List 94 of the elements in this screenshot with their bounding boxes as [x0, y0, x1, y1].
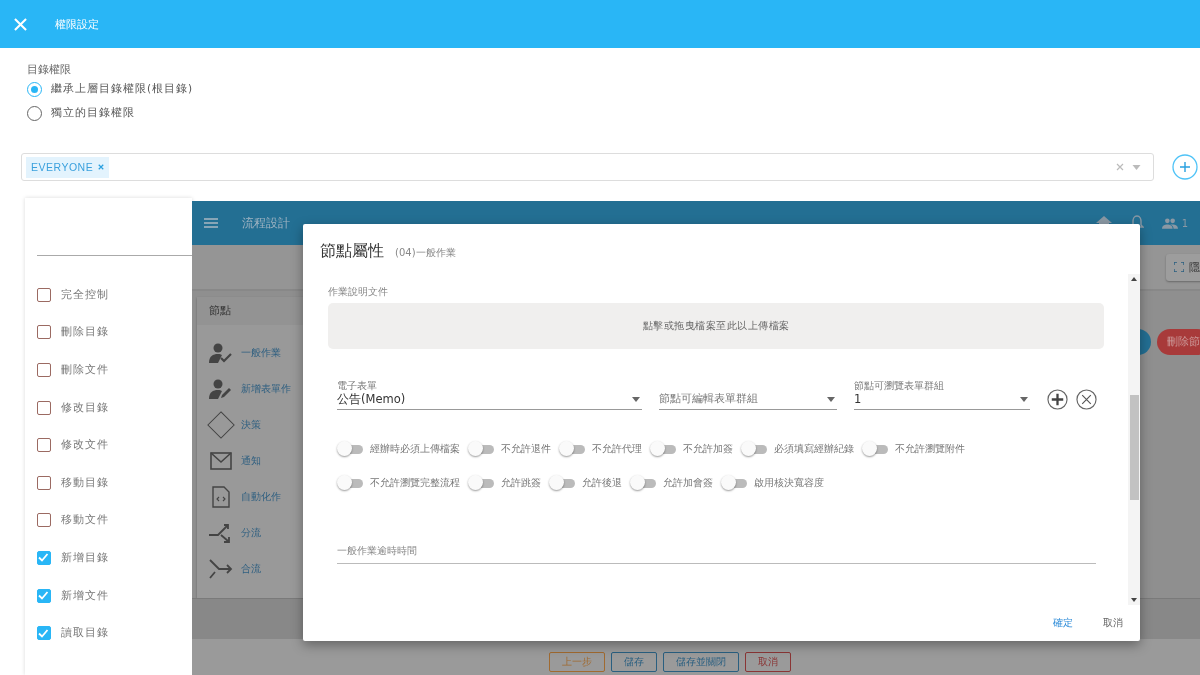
dialog-button[interactable]: 確定: [1053, 616, 1073, 630]
fullscreen-icon: [1174, 262, 1184, 272]
person-edit-icon: [209, 379, 233, 399]
merge-icon: [209, 558, 233, 580]
mail-icon: [210, 452, 232, 470]
tag-label: EVERYONE: [31, 161, 94, 173]
radio-label: 獨立的目錄權限: [51, 106, 135, 120]
checkbox-label: 修改文件: [61, 438, 109, 453]
node-item[interactable]: 一般作業: [241, 346, 281, 360]
section-label: 目錄權限: [27, 63, 71, 77]
radio-label: 繼承上層目錄權限(根目錄): [51, 82, 194, 96]
toggle-label: 啟用核決寬容度: [754, 476, 824, 490]
footer-button[interactable]: 儲存並關閉: [663, 652, 739, 672]
node-item[interactable]: 分流: [241, 526, 261, 540]
scroll-down-icon[interactable]: [1131, 598, 1137, 602]
delete-button[interactable]: 刪除節: [1157, 329, 1200, 355]
checkbox[interactable]: [37, 626, 51, 641]
add-icon[interactable]: [1047, 389, 1068, 410]
toggle-switch[interactable]: [650, 441, 676, 457]
toggle-label: 允許跳簽: [501, 476, 541, 490]
dialog-subtitle: (04)一般作業: [395, 246, 456, 260]
people-icon[interactable]: [1161, 217, 1178, 229]
toggle-switch[interactable]: [468, 475, 494, 491]
diamond-icon: [207, 410, 235, 440]
toggle-label: 不允許代理: [592, 442, 642, 456]
footer-button[interactable]: 取消: [745, 652, 791, 672]
checkbox[interactable]: [37, 287, 51, 302]
footer-button[interactable]: 上一步: [549, 652, 605, 672]
checkbox-label: 移動目錄: [61, 475, 109, 490]
footer-button[interactable]: 儲存: [611, 652, 657, 672]
checkbox[interactable]: [37, 513, 51, 528]
select-field[interactable]: 節點可編輯表單群組: [659, 379, 837, 410]
checkbox-label: 完全控制: [61, 287, 109, 302]
toggle-switch[interactable]: [721, 475, 747, 491]
select-field[interactable]: 電子表單 公告(Memo): [337, 379, 642, 410]
checkbox[interactable]: [37, 363, 51, 377]
caret-icon[interactable]: [827, 396, 835, 402]
close-icon[interactable]: [1076, 389, 1097, 410]
menu-icon[interactable]: [204, 218, 218, 228]
toggle-label: 必須填寫經辦紀錄: [774, 442, 854, 456]
toggle-label: 允許加會簽: [663, 476, 713, 490]
clear-icon[interactable]: [1116, 163, 1124, 171]
checkbox-label: 修改目錄: [61, 400, 109, 415]
checkbox-label: 讀取目錄: [61, 626, 109, 641]
toolbar-button[interactable]: 隱: [1166, 253, 1200, 281]
checkbox[interactable]: [37, 475, 51, 490]
checkbox-label: 新增目錄: [61, 550, 109, 565]
toggle-switch[interactable]: [630, 475, 656, 491]
caret-icon[interactable]: [1020, 396, 1028, 402]
remove-icon[interactable]: [98, 164, 105, 170]
toggle-switch[interactable]: [337, 475, 363, 491]
toggle-label: 不允許退件: [501, 442, 551, 456]
toggle-switch[interactable]: [549, 475, 575, 491]
checkbox-label: 刪除目錄: [61, 325, 109, 340]
split-icon: [209, 522, 233, 544]
checkbox[interactable]: [37, 550, 51, 565]
app-title: 流程設計: [242, 214, 290, 232]
checkbox-label: 移動文件: [61, 513, 109, 528]
toggle-switch[interactable]: [741, 441, 767, 457]
person-check-icon: [209, 343, 233, 363]
timeout-field[interactable]: 一般作業逾時時間: [337, 544, 1096, 564]
toggle-switch[interactable]: [559, 441, 585, 457]
scrollbar[interactable]: [1128, 274, 1140, 605]
node-item[interactable]: 決策: [241, 418, 261, 432]
node-item[interactable]: 合流: [241, 562, 261, 576]
toggle-switch[interactable]: [337, 441, 363, 457]
checkbox[interactable]: [37, 325, 51, 340]
upload-dropzone[interactable]: 點擊或拖曳檔案至此以上傳檔案: [328, 303, 1104, 349]
checkbox-label: 新增文件: [61, 588, 109, 603]
checkbox[interactable]: [37, 588, 51, 603]
principal-select[interactable]: EVERYONE: [21, 153, 1154, 181]
page-title: 權限設定: [55, 16, 99, 32]
caret-icon[interactable]: [632, 396, 640, 402]
select-field[interactable]: 節點可瀏覽表單群組 1: [854, 379, 1030, 410]
dialog-title: 節點屬性: [320, 241, 384, 262]
toggle-label: 不允許瀏覽完整流程: [370, 476, 460, 490]
scroll-up-icon[interactable]: [1131, 277, 1137, 281]
checkbox-label: 刪除文件: [61, 363, 109, 377]
toggle-label: 允許後退: [582, 476, 622, 490]
toggle-switch[interactable]: [468, 441, 494, 457]
scrollbar-thumb[interactable]: [1129, 395, 1139, 500]
user-count: 1: [1181, 217, 1188, 229]
field-label: 作業說明文件: [328, 285, 389, 299]
toggle-switch[interactable]: [862, 441, 888, 457]
code-file-icon: [212, 486, 230, 508]
node-item[interactable]: 自動化作: [241, 490, 281, 504]
toggle-label: 經辦時必須上傳檔案: [370, 442, 460, 456]
checkbox[interactable]: [37, 400, 51, 415]
dialog-button[interactable]: 取消: [1103, 616, 1123, 630]
node-item[interactable]: 新增表單作: [241, 382, 291, 396]
toggle-label: 不允許瀏覽附件: [895, 442, 965, 456]
node-item[interactable]: 通知: [241, 454, 261, 468]
checkbox[interactable]: [37, 438, 51, 453]
toggle-label: 不允許加簽: [683, 442, 733, 456]
